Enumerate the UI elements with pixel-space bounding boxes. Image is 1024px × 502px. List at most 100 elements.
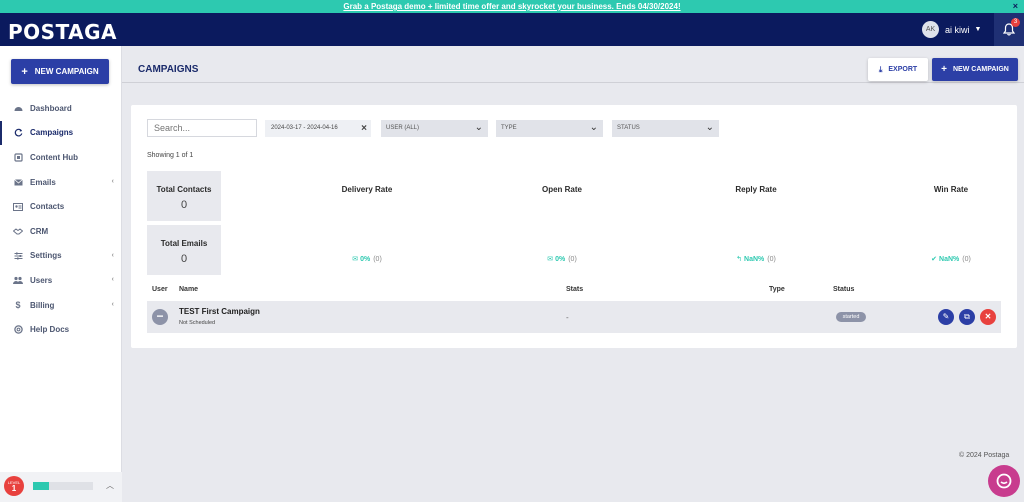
chevron-left-icon: ‹ xyxy=(111,177,114,185)
sidebar: + NEW CAMPAIGN Dashboard Campaigns Conte… xyxy=(0,46,122,502)
reply-rate-label: Reply Rate xyxy=(735,185,777,194)
sidebar-item-label: Users xyxy=(30,275,53,285)
delivery-rate-label: Delivery Rate xyxy=(341,185,393,194)
new-campaign-label: NEW CAMPAIGN xyxy=(34,67,99,76)
postaga-logo[interactable]: POSTAGA xyxy=(8,20,117,44)
users-icon xyxy=(13,275,23,285)
chevron-down-icon: ⌄ xyxy=(705,122,714,133)
column-header-user[interactable]: User xyxy=(152,286,168,293)
plus-icon: + xyxy=(941,64,947,75)
sidebar-item-users[interactable]: Users ‹ xyxy=(0,268,122,293)
dollar-icon: $ xyxy=(15,300,21,311)
table-row[interactable]: − TEST First Campaign Not Scheduled - st… xyxy=(147,301,1001,333)
top-navbar: POSTAGA AK ai kiwi ▼ 3 xyxy=(0,13,1024,46)
sidebar-item-crm[interactable]: CRM xyxy=(0,219,122,244)
delete-button[interactable]: ✕ xyxy=(980,309,996,325)
user-menu[interactable]: AK ai kiwi ▼ xyxy=(922,21,981,38)
column-header-stats[interactable]: Stats xyxy=(566,286,583,293)
chevron-down-icon: ⌄ xyxy=(589,122,598,133)
edit-button[interactable]: ✎ xyxy=(938,309,954,325)
sidebar-item-emails[interactable]: Emails ‹ xyxy=(0,170,122,195)
rate-percent: 0% xyxy=(555,256,566,263)
chevron-up-icon[interactable]: ︿ xyxy=(106,480,114,491)
dashboard-icon xyxy=(13,103,23,113)
rate-count: (0) xyxy=(568,256,577,263)
promo-link[interactable]: Grab a Postaga demo + limited time offer… xyxy=(343,2,680,11)
copy-icon: ⧉ xyxy=(964,312,970,321)
sidebar-item-label: Content Hub xyxy=(30,152,78,162)
new-campaign-header-button[interactable]: + NEW CAMPAIGN xyxy=(932,58,1018,81)
sidebar-item-help-docs[interactable]: Help Docs xyxy=(0,317,122,342)
sidebar-item-dashboard[interactable]: Dashboard xyxy=(0,96,122,121)
type-filter-dropdown[interactable]: TYPE ⌄ xyxy=(496,120,603,137)
sidebar-item-billing[interactable]: $ Billing ‹ xyxy=(0,293,122,318)
sidebar-item-campaigns[interactable]: Campaigns xyxy=(0,120,122,146)
caret-down-icon: ▼ xyxy=(974,26,982,33)
user-name: ai kiwi xyxy=(945,24,970,35)
total-emails-value: 0 xyxy=(180,253,188,265)
export-label: EXPORT xyxy=(888,66,918,73)
content-hub-icon xyxy=(13,152,23,162)
date-range-value: 2024-03-17 - 2024-04-16 xyxy=(271,125,338,131)
rate-count: (0) xyxy=(962,256,971,263)
sidebar-item-label: Billing xyxy=(30,300,55,310)
sidebar-item-settings[interactable]: Settings ‹ xyxy=(0,244,122,269)
rate-count: (0) xyxy=(767,256,776,263)
status-filter-dropdown[interactable]: STATUS ⌄ xyxy=(612,120,719,137)
clear-icon[interactable]: × xyxy=(361,123,367,134)
status-badge: started xyxy=(836,312,866,322)
campaign-stats: - xyxy=(566,313,569,322)
sidebar-item-label: Dashboard xyxy=(30,103,72,113)
user-filter-dropdown[interactable]: USER (ALL) ⌄ xyxy=(381,120,488,137)
rate-count: (0) xyxy=(373,256,382,263)
delivery-rate-value: ✉ 0% (0) xyxy=(317,255,417,263)
download-icon: ⤓ xyxy=(878,64,883,74)
close-icon[interactable]: × xyxy=(1013,0,1018,13)
sidebar-item-label: Contacts xyxy=(30,202,65,212)
level-badge[interactable]: LEVEL 1 xyxy=(4,476,24,496)
copyright: © 2024 Postaga xyxy=(959,452,1010,459)
sidebar-item-content-hub[interactable]: Content Hub xyxy=(0,145,122,170)
win-rate-value: ✔ NaN% (0) xyxy=(901,255,1001,263)
sidebar-item-contacts[interactable]: Contacts xyxy=(0,194,122,219)
level-progress-bar xyxy=(33,482,93,490)
column-header-status[interactable]: Status xyxy=(833,286,854,293)
rate-percent: NaN% xyxy=(744,256,765,263)
level-progress-fill xyxy=(33,482,50,490)
column-header-name[interactable]: Name xyxy=(179,286,198,293)
win-rate-label: Win Rate xyxy=(933,185,969,194)
new-campaign-button[interactable]: + NEW CAMPAIGN xyxy=(11,59,109,84)
total-emails-box: Total Emails 0 xyxy=(147,225,221,275)
reply-rate-value: ↰ NaN% (0) xyxy=(706,255,806,263)
chevron-left-icon: ‹ xyxy=(111,251,114,259)
total-emails-label: Total Emails xyxy=(160,239,208,248)
promo-banner: Grab a Postaga demo + limited time offer… xyxy=(0,0,1024,13)
export-button[interactable]: ⤓ EXPORT xyxy=(868,58,928,81)
envelope-icon: ✉ xyxy=(352,256,359,263)
chevron-left-icon: ‹ xyxy=(111,276,114,284)
duplicate-button[interactable]: ⧉ xyxy=(959,309,975,325)
envelope-icon xyxy=(13,177,23,187)
notifications-button[interactable]: 3 xyxy=(994,13,1024,46)
date-range-filter[interactable]: 2024-03-17 - 2024-04-16 × xyxy=(265,120,371,137)
level-panel: LEVEL 1 ︿ xyxy=(0,472,122,502)
column-header-type[interactable]: Type xyxy=(769,286,785,293)
avatar: AK xyxy=(922,21,939,38)
page-header: CAMPAIGNS ⤓ EXPORT + NEW CAMPAIGN xyxy=(122,46,1024,83)
campaign-name[interactable]: TEST First Campaign xyxy=(179,307,260,316)
search-input[interactable] xyxy=(147,119,257,137)
rate-percent: NaN% xyxy=(939,256,960,263)
close-icon: ✕ xyxy=(984,312,992,321)
total-contacts-box: Total Contacts 0 xyxy=(147,171,221,221)
sidebar-item-label: Emails xyxy=(30,177,56,187)
open-rate-value: ✉ 0% (0) xyxy=(512,255,612,263)
chat-button[interactable] xyxy=(988,465,1020,497)
total-contacts-label: Total Contacts xyxy=(156,185,212,194)
check-icon: ✔ xyxy=(931,256,938,263)
sidebar-item-label: Campaigns xyxy=(30,128,74,138)
plus-icon: + xyxy=(21,65,28,78)
sidebar-item-label: Settings xyxy=(30,251,62,261)
campaign-schedule: Not Scheduled xyxy=(179,320,216,326)
chevron-left-icon: ‹ xyxy=(111,300,114,308)
total-contacts-value: 0 xyxy=(180,199,188,211)
